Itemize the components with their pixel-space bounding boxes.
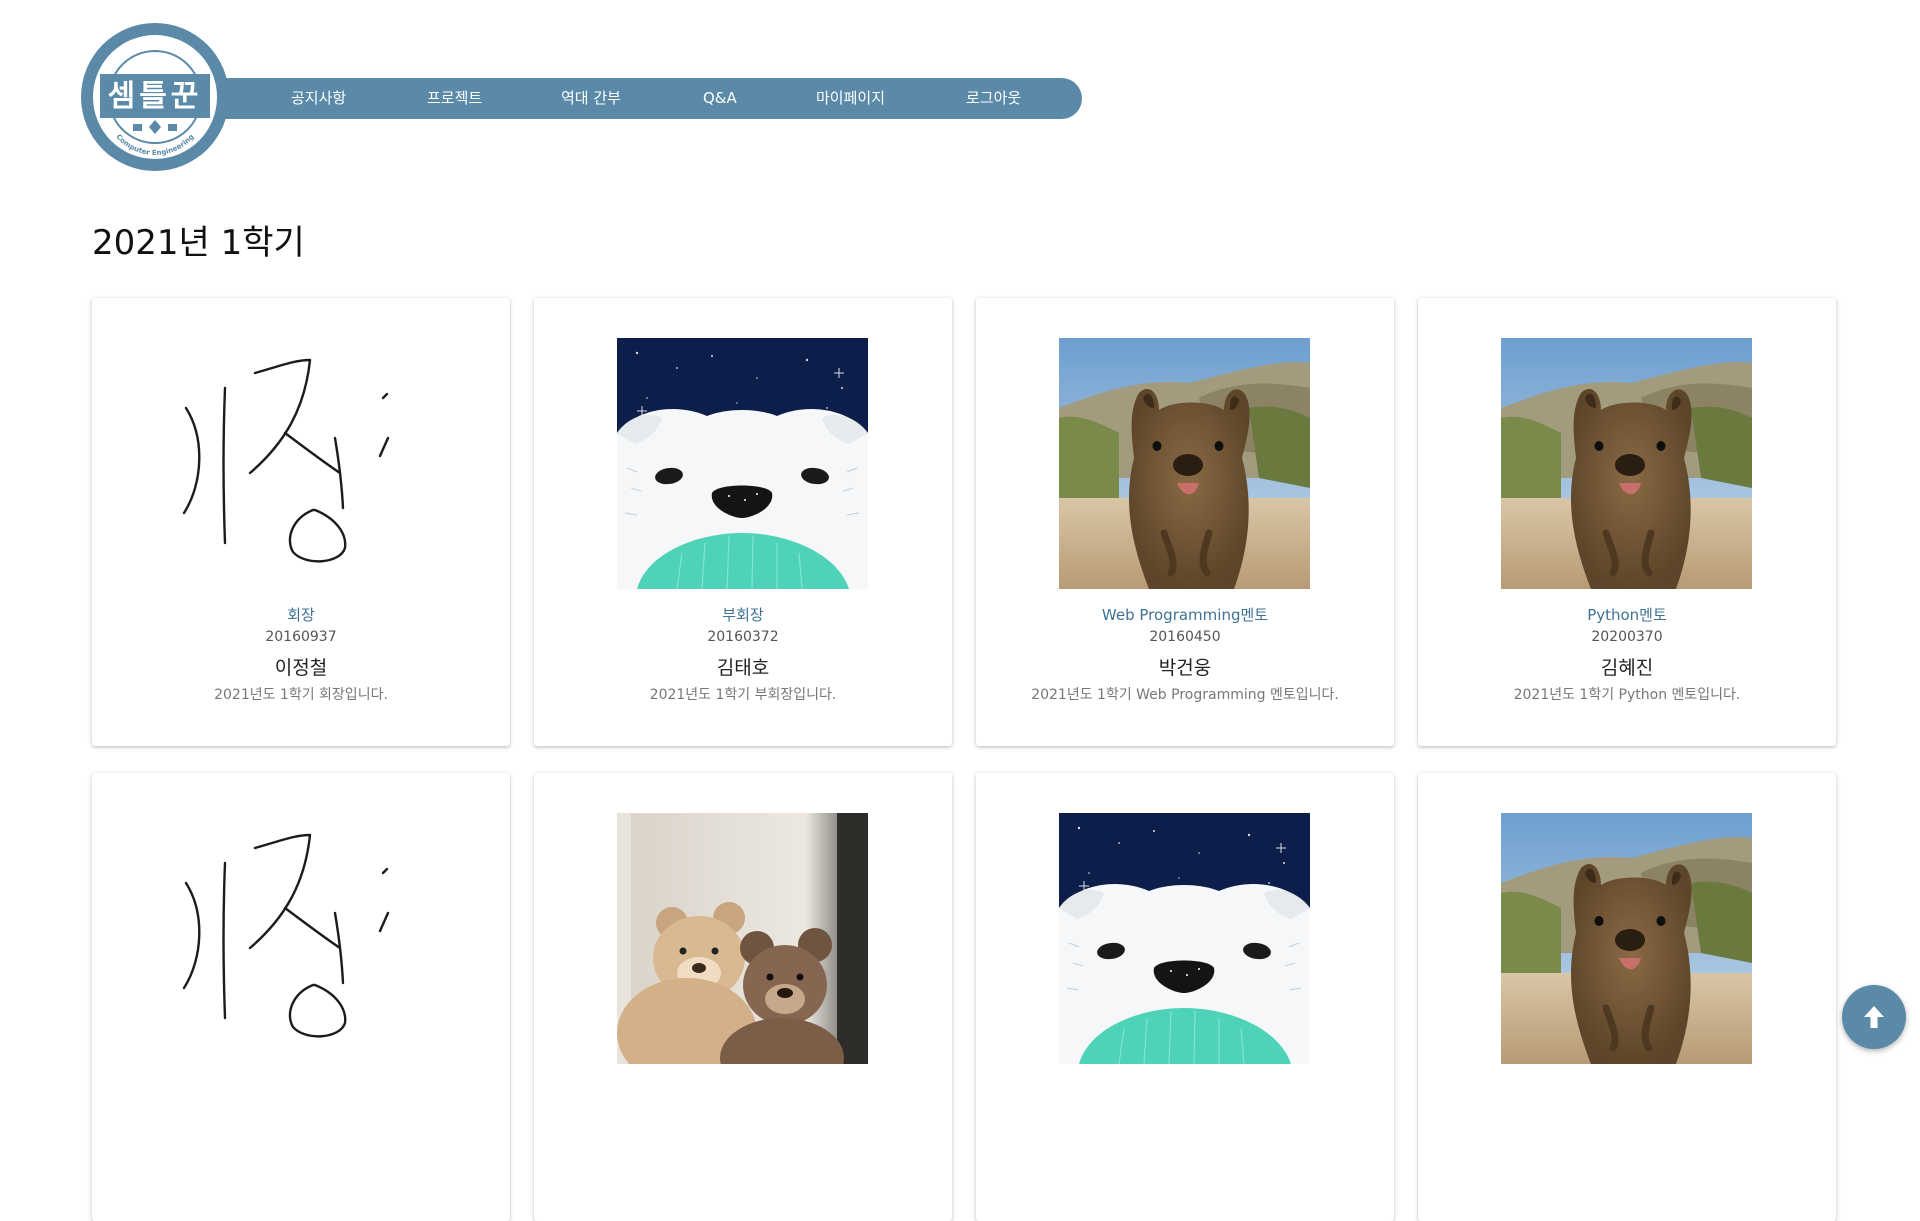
member-description: 2021년도 1학기 Web Programming 멘토입니다. — [1031, 687, 1339, 703]
club-logo[interactable]: Kumoh National Institute of Technology C… — [80, 22, 230, 172]
member-name: 이정철 — [274, 657, 328, 679]
officer-card[interactable]: 회장 20160937 이정철 2021년도 1학기 회장입니다. — [92, 298, 510, 746]
member-photo — [1501, 338, 1752, 589]
member-name: 박건웅 — [1158, 657, 1212, 679]
member-photo — [175, 813, 426, 1064]
signature-image — [175, 813, 426, 1064]
member-student-id: 20200370 — [1591, 629, 1663, 645]
member-role: Python멘토 — [1587, 606, 1667, 624]
main-nav: 공지사항 프로젝트 역대 간부 Q&A 마이페이지 로그아웃 — [180, 78, 1082, 119]
member-photo — [617, 338, 868, 589]
officer-card[interactable]: 부회장 20160372 김태호 2021년도 1학기 부회장입니다. — [534, 298, 952, 746]
member-student-id: 20160450 — [1149, 629, 1221, 645]
member-description: 2021년도 1학기 Python 멘토입니다. — [1513, 687, 1741, 703]
member-role: Web Programming멘토 — [1101, 606, 1269, 624]
member-description: 2021년도 1학기 회장입니다. — [214, 687, 388, 703]
member-description: 2021년도 1학기 부회장입니다. — [649, 687, 837, 703]
nav-item-logout[interactable]: 로그아웃 — [966, 78, 1021, 119]
teddy-bears-image — [617, 813, 868, 1064]
member-photo — [175, 338, 426, 589]
polar-bear-image — [617, 338, 868, 589]
polar-bear-image — [1059, 813, 1310, 1064]
member-photo — [1059, 813, 1310, 1064]
officer-card[interactable]: Web Programming멘토 20160450 박건웅 2021년도 1학… — [976, 298, 1394, 746]
member-role: 회장 — [287, 606, 315, 624]
officer-card[interactable] — [534, 773, 952, 1221]
officer-card[interactable] — [1418, 773, 1836, 1221]
nav-item-qna[interactable]: Q&A — [703, 78, 737, 119]
signature-image — [175, 338, 426, 589]
nav-item-officers[interactable]: 역대 간부 — [561, 78, 621, 119]
nav-item-projects[interactable]: 프로젝트 — [427, 78, 482, 119]
quokka-image — [1501, 813, 1752, 1064]
arrow-up-icon — [1864, 1006, 1884, 1028]
nav-item-notices[interactable]: 공지사항 — [291, 78, 346, 119]
page-title: 2021년 1학기 — [92, 223, 305, 263]
logo-text: 셈틀꾼 — [108, 79, 203, 114]
member-photo — [1501, 813, 1752, 1064]
member-photo — [617, 813, 868, 1064]
quokka-image — [1501, 338, 1752, 589]
nav-item-mypage[interactable]: 마이페이지 — [816, 78, 885, 119]
member-student-id: 20160937 — [265, 629, 337, 645]
member-name: 김혜진 — [1600, 657, 1654, 679]
officer-card[interactable] — [92, 773, 510, 1221]
member-photo — [1059, 338, 1310, 589]
quokka-image — [1059, 338, 1310, 589]
member-student-id: 20160372 — [707, 629, 779, 645]
member-name: 김태호 — [716, 657, 770, 679]
back-to-top-button[interactable] — [1842, 985, 1906, 1049]
officer-card[interactable]: Python멘토 20200370 김혜진 2021년도 1학기 Python … — [1418, 298, 1836, 746]
member-role: 부회장 — [722, 606, 764, 624]
officer-card[interactable] — [976, 773, 1394, 1221]
